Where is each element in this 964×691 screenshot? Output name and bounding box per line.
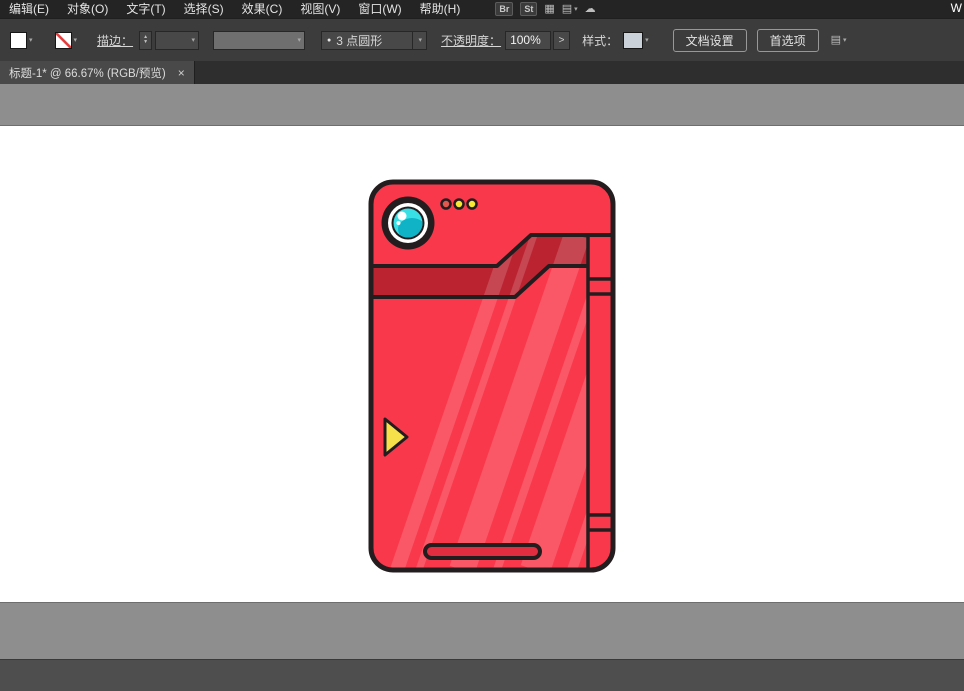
workspace-switcher[interactable]: ▤ ▾ — [562, 0, 578, 18]
document-tab-title: 标题-1* @ 66.67% (RGB/预览) — [9, 67, 166, 80]
menu-edit[interactable]: 编辑(E) — [0, 0, 58, 18]
chevron-down-icon: ▾ — [297, 37, 302, 44]
menu-object[interactable]: 对象(O) — [58, 0, 117, 18]
window-partial-letter: W — [950, 1, 962, 15]
chevron-down-icon: ▾ — [574, 6, 578, 13]
stock-icon[interactable]: St — [520, 2, 538, 16]
menu-window[interactable]: 窗口(W) — [349, 0, 410, 18]
document-tab[interactable]: 标题-1* @ 66.67% (RGB/预览) × — [0, 61, 195, 84]
style-swatch-control[interactable]: ▾ — [623, 31, 649, 49]
fill-color-control[interactable]: ▾ — [10, 31, 33, 49]
speaker-slot — [423, 543, 542, 560]
step-down-icon[interactable]: ▼ — [143, 40, 148, 45]
close-icon[interactable]: × — [178, 67, 185, 79]
document-tab-bar: 标题-1* @ 66.67% (RGB/预览) × — [0, 61, 964, 84]
menu-type[interactable]: 文字(T) — [117, 0, 174, 18]
lens-highlight — [397, 211, 407, 221]
stroke-color-swatch[interactable] — [54, 31, 72, 49]
chevron-down-icon: ▾ — [73, 37, 78, 44]
bottom-panel-strip — [0, 659, 964, 691]
opacity-expand-button[interactable]: > — [553, 30, 571, 50]
opacity-input[interactable]: 100% — [505, 30, 552, 50]
control-bar: ▾ ▾ 描边： ▲ ▼ ▾ ▾ ● 3 点圆形 ▾ 不透明度： 100% > 样… — [0, 18, 964, 62]
arrange-documents-icon[interactable]: ▦ — [544, 0, 554, 18]
brush-name: 3 点圆形 — [336, 33, 383, 48]
indicator-dot-1 — [440, 198, 452, 210]
chevron-down-icon: ▾ — [191, 37, 196, 44]
panel-icon: ▤ — [830, 34, 842, 46]
indicator-lights — [440, 198, 478, 210]
lens-highlight-small — [396, 221, 401, 225]
menu-help[interactable]: 帮助(H) — [411, 0, 470, 18]
stroke-weight-stepper[interactable]: ▲ ▼ — [139, 30, 153, 50]
indicator-dot-2 — [453, 198, 465, 210]
brush-dot-icon: ● — [327, 36, 332, 44]
menu-extras: Br St ▦ ▤ ▾ ☁ — [495, 0, 596, 18]
variable-width-profile-select: ▾ — [213, 30, 306, 50]
fill-color-swatch[interactable] — [10, 31, 27, 49]
workspace-icon: ▤ — [561, 3, 573, 15]
indicator-dot-3 — [466, 198, 478, 210]
bridge-icon[interactable]: Br — [495, 2, 514, 16]
stroke-weight-select[interactable]: ▾ — [155, 30, 200, 50]
menu-bar: 编辑(E) 对象(O) 文字(T) 选择(S) 效果(C) 视图(V) 窗口(W… — [0, 0, 964, 18]
brush-definition-select[interactable]: ● 3 点圆形 ▾ — [321, 30, 428, 50]
cloud-sync-icon[interactable]: ☁ — [585, 0, 596, 18]
menu-effect[interactable]: 效果(C) — [233, 0, 292, 18]
style-swatch[interactable] — [623, 31, 644, 49]
chevron-down-icon: ▾ — [418, 37, 423, 44]
lens — [381, 196, 435, 250]
stroke-weight-label[interactable]: 描边： — [97, 32, 133, 49]
artwork-device[interactable] — [367, 178, 617, 574]
menu-view[interactable]: 视图(V) — [291, 0, 349, 18]
menu-select[interactable]: 选择(S) — [175, 0, 233, 18]
chevron-down-icon: ▾ — [29, 37, 33, 44]
preferences-button[interactable]: 首选项 — [756, 28, 819, 52]
brush-chevron[interactable]: ▾ — [411, 31, 427, 49]
chevron-down-icon: ▾ — [645, 37, 649, 44]
stroke-color-control[interactable]: ▾ — [54, 31, 78, 49]
chevron-down-icon: ▾ — [843, 37, 847, 44]
style-label: 样式： — [582, 33, 619, 48]
illustrator-window: 编辑(E) 对象(O) 文字(T) 选择(S) 效果(C) 视图(V) 窗口(W… — [0, 0, 964, 691]
document-setup-button[interactable]: 文档设置 — [672, 28, 747, 52]
panel-options-control[interactable]: ▤ ▾ — [831, 31, 847, 49]
opacity-label[interactable]: 不透明度： — [441, 32, 501, 49]
